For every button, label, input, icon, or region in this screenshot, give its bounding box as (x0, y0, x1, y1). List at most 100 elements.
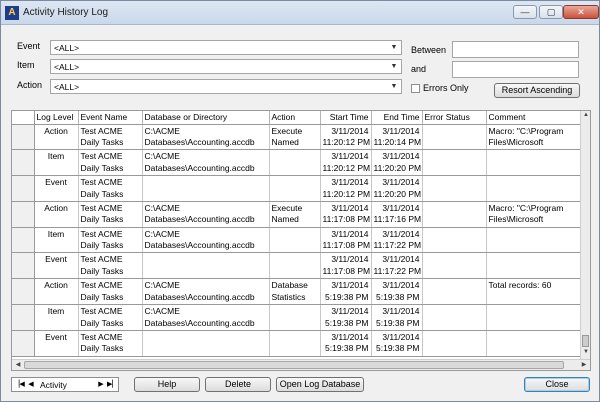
cell-comment (486, 149, 582, 177)
between-date-input[interactable] (452, 41, 579, 58)
row-selector[interactable] (12, 201, 35, 228)
cell-end-time: 3/11/2014 11:17:22 PM (371, 227, 423, 254)
cell-error-status (422, 278, 487, 306)
column-header-end-time[interactable]: End Time (371, 111, 423, 125)
event-combo[interactable]: <ALL> ▼ (50, 40, 402, 55)
column-header-action[interactable]: Action (269, 111, 321, 125)
table-row[interactable]: Action Test ACME Daily Tasks C:\ACME Databas… (12, 124, 582, 151)
row-selector[interactable] (12, 330, 35, 357)
row-selector[interactable] (12, 304, 35, 331)
and-date-input[interactable] (452, 61, 579, 78)
first-record-icon[interactable]: ▕◀ (14, 379, 25, 390)
cell-start-time-text: 3/11/2014 (331, 202, 369, 213)
chevron-down-icon[interactable]: ▼ (387, 80, 401, 93)
table-row[interactable]: Item Test ACME Daily Tasks C:\ACME Databases… (12, 149, 582, 177)
cell-database-text: Databases\Accounting.accdb (144, 137, 255, 147)
cell-end-time-text: 3/11/2014 (382, 228, 420, 239)
cell-end-time-text: 3/11/2014 (382, 177, 420, 188)
minimize-button[interactable]: — (513, 5, 537, 19)
row-selector[interactable] (12, 175, 35, 202)
cell-start-time-text: 5:19:38 PM (325, 317, 369, 328)
event-label: Event (17, 41, 41, 51)
cell-start-time: 3/11/2014 11:20:12 PM (320, 175, 372, 202)
scroll-up-icon[interactable]: ▲ (581, 112, 590, 118)
cell-event-name: Test ACME Daily Tasks (78, 278, 143, 306)
next-record-icon[interactable]: ▶ (96, 379, 106, 390)
previous-record-icon[interactable]: ◀ (26, 379, 36, 390)
row-selector[interactable] (12, 252, 35, 280)
column-header-database[interactable]: Database or Directory (142, 111, 270, 125)
cell-start-time-text: 11:17:08 PM (322, 265, 371, 276)
scroll-left-icon[interactable]: ◀ (13, 361, 23, 368)
cell-start-time-text: 3/11/2014 (331, 177, 369, 188)
cell-start-time-text: 11:20:12 PM (322, 162, 371, 173)
cell-start-time-text: 11:17:08 PM (322, 214, 371, 225)
table-row[interactable]: Action Test ACME Daily Tasks C:\ACME Databas… (12, 201, 582, 228)
maximize-button[interactable]: ▢ (539, 5, 563, 19)
cell-log-level: Event (34, 252, 79, 280)
title-bar[interactable]: A Activity History Log — ▢ ✕ (1, 1, 599, 25)
scroll-right-icon[interactable]: ▶ (579, 361, 589, 368)
action-combo[interactable]: <ALL> ▼ (50, 79, 402, 94)
cell-event-name-text: Daily Tasks (80, 317, 124, 328)
cell-error-status (422, 124, 487, 151)
table-row[interactable]: Item Test ACME Daily Tasks C:\ACME Databases… (12, 304, 582, 331)
cell-database (142, 252, 270, 280)
vertical-scroll-thumb[interactable] (582, 335, 589, 347)
action-combo-value: <ALL> (54, 82, 80, 92)
item-combo-value: <ALL> (54, 62, 80, 72)
cell-event-name-text: Daily Tasks (80, 162, 124, 173)
column-header-comment[interactable]: Comment (486, 111, 582, 125)
cell-start-time: 3/11/2014 11:17:08 PM (320, 201, 372, 228)
horizontal-scroll-thumb[interactable] (24, 361, 564, 369)
chevron-down-icon[interactable]: ▼ (387, 41, 401, 54)
table-row[interactable]: Event Test ACME Daily Tasks 3/11/2014 11:20:… (12, 175, 582, 202)
cell-event-name-text: Daily Tasks (80, 265, 124, 276)
table-row[interactable]: Event Test ACME Daily Tasks 3/11/2014 11:17:… (12, 252, 582, 280)
delete-button[interactable]: Delete (205, 377, 271, 392)
cell-event-name-text: Test ACME (80, 306, 123, 317)
cell-start-time-text: 3/11/2014 (331, 331, 369, 342)
cell-event-name: Test ACME Daily Tasks (78, 304, 143, 331)
cell-start-time-text: 3/11/2014 (331, 151, 369, 162)
cell-start-time: 3/11/2014 5:19:38 PM (320, 330, 372, 357)
cell-log-level-text: Action (44, 202, 68, 213)
cell-start-time: 3/11/2014 5:19:38 PM (320, 278, 372, 306)
scroll-down-icon[interactable]: ▼ (581, 349, 590, 355)
cell-end-time: 3/11/2014 5:19:38 PM (371, 278, 423, 306)
row-selector[interactable] (12, 227, 35, 254)
cell-log-level: Action (34, 278, 79, 306)
cell-event-name: Test ACME Daily Tasks (78, 252, 143, 280)
cell-comment-text: Total records: 60 (488, 280, 552, 291)
resort-ascending-button[interactable]: Resort Ascending (494, 83, 580, 98)
cell-log-level: Item (34, 227, 79, 254)
row-selector[interactable] (12, 278, 35, 306)
chevron-down-icon[interactable]: ▼ (387, 60, 401, 73)
cell-event-name-text: Test ACME (80, 254, 123, 265)
row-selector-header[interactable] (12, 111, 35, 125)
table-row[interactable]: Item Test ACME Daily Tasks C:\ACME Databases… (12, 227, 582, 254)
cell-comment (486, 330, 582, 357)
table-row[interactable]: Action Test ACME Daily Tasks C:\ACME Databas… (12, 278, 582, 306)
column-header-event-name[interactable]: Event Name (78, 111, 143, 125)
help-button[interactable]: Help (134, 377, 200, 392)
open-log-database-button[interactable]: Open Log Database (276, 377, 364, 392)
close-window-button[interactable]: ✕ (563, 5, 599, 19)
horizontal-scrollbar[interactable]: ◀ ▶ (12, 359, 590, 370)
column-header-error-status[interactable]: Error Status (422, 111, 487, 125)
row-selector[interactable] (12, 124, 35, 151)
close-button[interactable]: Close (524, 377, 590, 392)
column-header-log-level[interactable]: Log Level (34, 111, 79, 125)
cell-comment-text: Files\Microsoft (488, 137, 544, 147)
column-header-start-time[interactable]: Start Time (320, 111, 372, 125)
cell-log-level: Item (34, 149, 79, 177)
table-row[interactable]: Event Test ACME Daily Tasks 3/11/2014 5:19:3… (12, 330, 582, 357)
item-combo[interactable]: <ALL> ▼ (50, 59, 402, 74)
vertical-scrollbar[interactable]: ▲ ▼ (580, 111, 590, 359)
record-navigator-label: Activity (40, 380, 67, 390)
last-record-icon[interactable]: ▶▏ (107, 379, 118, 390)
row-selector[interactable] (12, 149, 35, 177)
cell-event-name: Test ACME Daily Tasks (78, 149, 143, 177)
cell-action (269, 149, 321, 177)
errors-only-checkbox[interactable] (411, 84, 420, 93)
